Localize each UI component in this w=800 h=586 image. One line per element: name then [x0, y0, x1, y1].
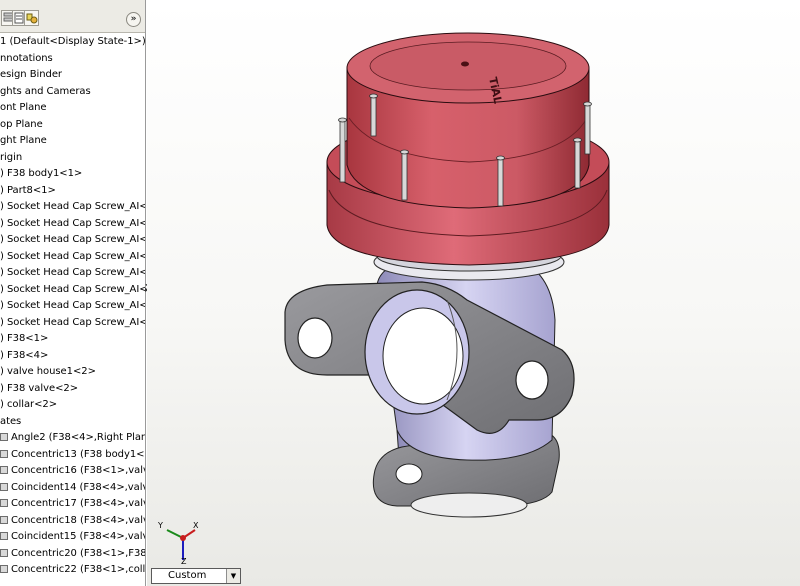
- feature-tree-item-label: Concentric18 (F38<4>,valve h: [11, 514, 145, 526]
- triad-x-label: X: [193, 521, 199, 530]
- triad-origin: [180, 535, 186, 541]
- view-orientation-select[interactable]: Custom ▼: [151, 568, 241, 584]
- feature-tree-item-label: nnotations: [0, 52, 53, 64]
- mate-icon: [0, 515, 8, 524]
- feature-tree-item[interactable]: Concentric20 (F38<1>,F38 va: [0, 546, 145, 563]
- feature-tree-item-label: ) valve house1<2>: [0, 366, 96, 377]
- feature-tree-item[interactable]: ) F38 valve<2>: [0, 381, 145, 398]
- feature-tree-item-label: ) Socket Head Cap Screw_AI<3>: [0, 234, 145, 245]
- expand-panel-button[interactable]: »: [126, 12, 141, 27]
- feature-tree-item-label: ght Plane: [0, 135, 47, 146]
- feature-tree-item-label: Coincident14 (F38<4>,valve h: [11, 481, 145, 493]
- feature-tree-item[interactable]: ) Socket Head Cap Screw_AI<7>: [0, 298, 145, 315]
- triad-z-label: Z: [181, 557, 187, 564]
- feature-tree: 1 (Default<Display State-1>) nnotations es…: [0, 34, 145, 579]
- feature-tree-item[interactable]: ghts and Cameras: [0, 84, 145, 101]
- feature-tree-item[interactable]: esign Binder: [0, 67, 145, 84]
- chevron-down-icon[interactable]: ▼: [226, 569, 240, 583]
- feature-tree-item[interactable]: 1 (Default<Display State-1>): [0, 34, 145, 51]
- feature-tree-item-label: ) Socket Head Cap Screw_AI<5>: [0, 267, 145, 278]
- feature-tree-item[interactable]: ) Socket Head Cap Screw_AI<6>: [0, 282, 145, 299]
- feature-tree-item-label: Concentric13 (F38 body1<1>,: [11, 448, 145, 460]
- feature-tree-item[interactable]: ) Socket Head Cap Screw_AI<2>: [0, 216, 145, 233]
- feature-tree-item-label: Concentric20 (F38<1>,F38 va: [11, 547, 145, 559]
- feature-tree-item-label: ) Socket Head Cap Screw_AI<1>: [0, 201, 145, 212]
- feature-tree-item-label: ont Plane: [0, 102, 47, 113]
- mate-icon: [0, 532, 8, 540]
- feature-tree-item-label: op Plane: [0, 118, 43, 130]
- mate-icon: [0, 449, 8, 458]
- feature-tree-item[interactable]: ) Socket Head Cap Screw_AI<3>: [0, 232, 145, 249]
- feature-tree-item-label: Coincident15 (F38<4>,valve h: [11, 531, 145, 542]
- feature-tree-item[interactable]: ont Plane: [0, 100, 145, 117]
- feature-manager-toolbar: »: [0, 0, 145, 33]
- feature-tree-item-label: Concentric22 (F38<1>,collar<: [11, 564, 145, 575]
- feature-tree-item[interactable]: op Plane: [0, 117, 145, 134]
- feature-tree-item-label: ates: [0, 415, 22, 427]
- feature-tree-item[interactable]: Coincident14 (F38<4>,valve h: [0, 480, 145, 497]
- feature-tree-item[interactable]: ates: [0, 414, 145, 431]
- mate-icon: [0, 565, 8, 573]
- feature-tree-item[interactable]: Concentric18 (F38<4>,valve h: [0, 513, 145, 530]
- feature-tree-item[interactable]: Concentric16 (F38<1>,valve h: [0, 463, 145, 480]
- feature-tree-item[interactable]: ) F38<4>: [0, 348, 145, 365]
- feature-tree-item-label: Concentric17 (F38<4>,valve h: [11, 498, 145, 509]
- feature-tree-item-label: rigin: [0, 151, 23, 163]
- feature-tree-item-label: ghts and Cameras: [0, 85, 91, 97]
- feature-tree-item[interactable]: ght Plane: [0, 133, 145, 150]
- triad-y-label: Y: [157, 521, 163, 530]
- mate-icon: [0, 482, 8, 491]
- feature-tree-item-label: ) Part8<1>: [0, 184, 56, 196]
- feature-tree-item[interactable]: ) valve house1<2>: [0, 364, 145, 381]
- feature-tree-item-label: ) F38<4>: [0, 349, 49, 361]
- feature-tree-item-label: Concentric16 (F38<1>,valve h: [11, 465, 145, 476]
- feature-tree-item[interactable]: Concentric22 (F38<1>,collar<: [0, 562, 145, 579]
- feature-tree-item[interactable]: ) F38<1>: [0, 331, 145, 348]
- feature-manager-panel: » 1 (Default<Display State-1>) nnotations…: [0, 0, 146, 586]
- feature-tree-item[interactable]: Coincident15 (F38<4>,valve h: [0, 529, 145, 546]
- mate-icon: [0, 433, 8, 441]
- feature-tree-item[interactable]: ) F38 body1<1>: [0, 166, 145, 183]
- feature-tree-item-label: ) F38 valve<2>: [0, 382, 79, 394]
- wastegate-assembly-model[interactable]: TiAL: [147, 0, 800, 586]
- feature-tree-item[interactable]: ) collar<2>: [0, 397, 145, 414]
- feature-tree-item-label: ) Socket Head Cap Screw_AI<2>: [0, 217, 145, 229]
- mate-icon: [0, 548, 8, 557]
- feature-tree-item-label: ) F38<1>: [0, 333, 49, 344]
- feature-tree-item[interactable]: Angle2 (F38<4>,Right Plane): [0, 430, 145, 447]
- mate-icon: [0, 499, 8, 507]
- feature-tree-item-label: ) Socket Head Cap Screw_AI<6>: [0, 283, 145, 295]
- feature-tree-item[interactable]: ) Socket Head Cap Screw_AI<8>: [0, 315, 145, 332]
- feature-tree-item[interactable]: rigin: [0, 150, 145, 167]
- configurationmanager-icon[interactable]: [24, 10, 39, 26]
- feature-tree-item-label: ) collar<2>: [0, 399, 58, 410]
- feature-tree-item-label: ) Socket Head Cap Screw_AI<8>: [0, 316, 145, 328]
- feature-tree-item-label: esign Binder: [0, 69, 62, 80]
- view-orientation-value: Custom: [168, 570, 207, 581]
- reference-triad: Y X Z: [157, 521, 199, 564]
- feature-tree-item-label: Angle2 (F38<4>,Right Plane): [11, 432, 145, 443]
- feature-tree-item-label: ) F38 body1<1>: [0, 168, 83, 179]
- feature-tree-item-label: ) Socket Head Cap Screw_AI<7>: [0, 300, 145, 311]
- feature-tree-item-label: 1 (Default<Display State-1>): [0, 36, 145, 47]
- graphics-area[interactable]: TiAL Y X Z Custom ▼: [147, 0, 800, 586]
- feature-tree-item[interactable]: Concentric13 (F38 body1<1>,: [0, 447, 145, 464]
- feature-tree-item[interactable]: Concentric17 (F38<4>,valve h: [0, 496, 145, 513]
- feature-tree-item-label: ) Socket Head Cap Screw_AI<4>: [0, 250, 145, 262]
- feature-tree-item[interactable]: nnotations: [0, 51, 145, 68]
- mate-icon: [0, 466, 8, 474]
- feature-tree-item[interactable]: ) Socket Head Cap Screw_AI<5>: [0, 265, 145, 282]
- feature-tree-item[interactable]: ) Socket Head Cap Screw_AI<1>: [0, 199, 145, 216]
- feature-tree-item[interactable]: ) Socket Head Cap Screw_AI<4>: [0, 249, 145, 266]
- feature-tree-item[interactable]: ) Part8<1>: [0, 183, 145, 200]
